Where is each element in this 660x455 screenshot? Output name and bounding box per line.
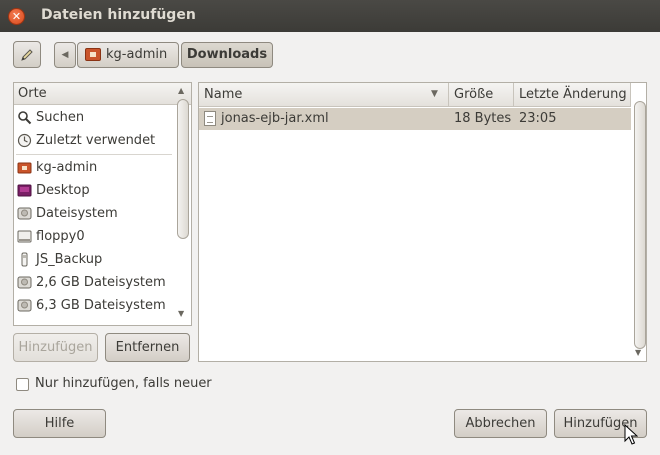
places-pane: Orte Suchen Zuletzt verwendet kg-admin D… (13, 82, 192, 326)
column-header-size[interactable]: Größe (449, 83, 514, 107)
column-header-label: Letzte Änderung (519, 87, 627, 102)
scroll-down-icon: ▼ (178, 309, 185, 318)
path-crumb-downloads[interactable]: Downloads (181, 42, 273, 68)
place-label: 2,6 GB Dateisystem (36, 275, 166, 290)
places-separator (16, 154, 172, 155)
harddisk-icon (17, 299, 32, 312)
home-folder-icon (85, 48, 101, 61)
place-item-volume-6-3gb[interactable]: 6,3 GB Dateisystem (14, 295, 174, 316)
mouse-pointer-icon (624, 424, 638, 445)
harddisk-icon (17, 207, 32, 220)
place-label: kg-admin (36, 160, 98, 175)
place-label: Dateisystem (36, 206, 118, 221)
places-header: Orte (14, 83, 191, 105)
column-header-label: Name (204, 87, 243, 102)
place-item-filesystem[interactable]: Dateisystem (14, 203, 174, 224)
place-label: JS_Backup (36, 252, 103, 267)
harddisk-icon (17, 276, 32, 289)
file-modified: 23:05 (519, 111, 557, 126)
column-header-label: Größe (454, 87, 494, 102)
add-bookmark-button[interactable]: Hinzufügen (13, 333, 98, 362)
cancel-button[interactable]: Abbrechen (454, 409, 547, 438)
place-label: Suchen (36, 110, 85, 125)
column-header-name[interactable]: Name ▼ (199, 83, 449, 107)
sort-descending-icon: ▼ (431, 89, 438, 99)
only-if-newer-checkbox[interactable] (16, 378, 29, 391)
file-list-scroll-thumb[interactable] (634, 101, 646, 349)
path-crumb-home[interactable]: kg-admin (77, 42, 179, 68)
column-header-modified[interactable]: Letzte Änderung (514, 83, 631, 107)
place-label: Zuletzt verwendet (36, 133, 156, 148)
place-item-recent[interactable]: Zuletzt verwendet (14, 130, 174, 151)
path-crumb-label: kg-admin (106, 47, 168, 62)
recent-clock-icon (17, 133, 32, 148)
search-icon (18, 111, 32, 125)
file-name-cell: jonas-ejb-jar.xml (199, 108, 449, 130)
usb-drive-icon (21, 252, 28, 267)
floppy-icon (17, 230, 32, 243)
places-scroll-thumb[interactable] (177, 99, 189, 239)
file-icon (204, 111, 216, 126)
home-folder-icon (17, 162, 32, 174)
places-scrollbar[interactable]: ▲ ▼ (174, 83, 191, 325)
title-bar: ✕ Dateien hinzufügen (0, 0, 660, 32)
place-item-desktop[interactable]: Desktop (14, 180, 174, 201)
help-button[interactable]: Hilfe (13, 409, 106, 438)
desktop-icon (17, 184, 32, 197)
window-title: Dateien hinzufügen (41, 7, 196, 23)
place-item-home[interactable]: kg-admin (14, 157, 174, 178)
file-list-scrollbar[interactable]: ▼ (631, 83, 646, 361)
file-list: Name ▼ Größe Letzte Änderung jonas-ejb-j… (198, 82, 647, 362)
place-label: Desktop (36, 183, 90, 198)
place-label: floppy0 (36, 229, 85, 244)
file-row[interactable]: jonas-ejb-jar.xml 18 Bytes 23:05 (199, 108, 631, 130)
path-scroll-left-button[interactable]: ◀ (54, 42, 76, 68)
scroll-down-icon: ▼ (635, 348, 642, 357)
scroll-up-icon: ▲ (178, 86, 185, 95)
place-item-volume-2-6gb[interactable]: 2,6 GB Dateisystem (14, 272, 174, 293)
file-name: jonas-ejb-jar.xml (221, 111, 329, 126)
place-item-search[interactable]: Suchen (14, 107, 174, 128)
place-label: 6,3 GB Dateisystem (36, 298, 166, 313)
remove-bookmark-button[interactable]: Entfernen (105, 333, 190, 362)
place-item-js-backup[interactable]: JS_Backup (14, 249, 174, 270)
place-item-floppy[interactable]: floppy0 (14, 226, 174, 247)
triangle-left-icon: ◀ (61, 50, 69, 60)
path-crumb-label: Downloads (186, 47, 268, 62)
file-size: 18 Bytes (454, 111, 512, 126)
only-if-newer-label: Nur hinzufügen, falls neuer (35, 376, 212, 391)
pencil-icon (21, 49, 33, 61)
type-location-button[interactable] (13, 41, 41, 68)
close-icon[interactable]: ✕ (8, 8, 25, 25)
